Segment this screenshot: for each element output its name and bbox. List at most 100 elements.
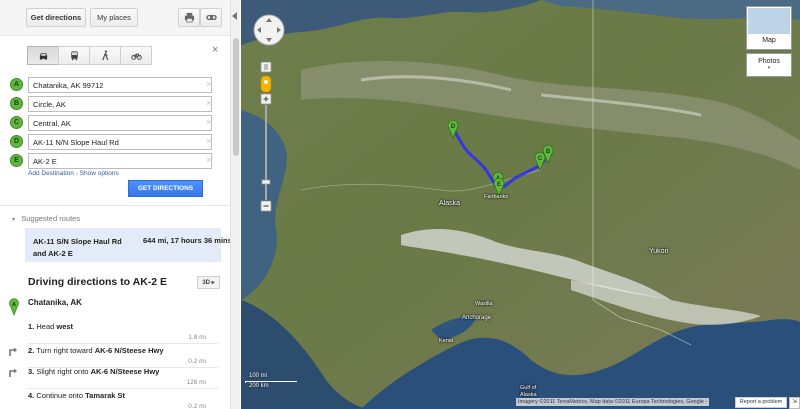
directions-panel: Get directions My places × A×B×C×D×E× Ad… <box>0 0 230 409</box>
step-distance: 0.2 mi <box>188 403 206 409</box>
walk-icon <box>101 50 108 61</box>
driving-directions-title: Driving directions to AK-2 E <box>28 276 168 288</box>
print-button[interactable] <box>178 8 200 27</box>
link-icon <box>205 15 217 20</box>
destination-marker-icon: E <box>10 154 23 167</box>
destination-marker-icon: C <box>10 116 23 129</box>
printer-icon <box>184 12 194 23</box>
link-button[interactable] <box>200 8 222 27</box>
scale-miles: 100 mi <box>249 373 268 379</box>
resize-corner-icon[interactable]: ⇲ <box>789 397 800 409</box>
remove-destination-button[interactable]: × <box>206 155 211 165</box>
step-number: 3. <box>28 367 35 376</box>
collapse-triangle-icon: ▾ <box>12 217 16 223</box>
start-location-name: Chatanika, AK <box>28 298 82 307</box>
suggested-route-item[interactable]: AK-11 S/N Slope Haul Rd and AK-2 E 644 m… <box>25 228 230 262</box>
photos-button[interactable]: Photos ▾ <box>746 53 792 77</box>
step-divider <box>28 388 218 389</box>
panel-scrollbar[interactable] <box>230 0 240 409</box>
destination-marker-icon: B <box>10 97 23 110</box>
place-label-kenai: Kenai <box>439 338 454 344</box>
suggested-routes-header[interactable]: ▾ Suggested routes <box>12 214 80 223</box>
destination-input[interactable] <box>28 96 212 112</box>
remove-destination-button[interactable]: × <box>206 98 211 108</box>
destination-row: A× <box>10 77 222 93</box>
step-number: 4. <box>28 391 35 400</box>
report-problem-link[interactable]: Report a problem <box>735 397 787 408</box>
direction-step-text: 2. Turn right toward AK-6 N/Steese Hwy <box>28 346 164 355</box>
place-label-fairbanks: Fairbanks <box>484 194 509 200</box>
destination-input[interactable] <box>28 77 212 93</box>
photos-label: Photos <box>758 58 780 65</box>
dropdown-caret-icon: ▾ <box>767 65 771 71</box>
collapse-panel-arrow-icon[interactable] <box>232 12 237 20</box>
suggested-route-distance-time: 644 mi, 17 hours 36 mins <box>143 236 230 245</box>
section-divider <box>0 205 230 206</box>
remove-destination-button[interactable]: × <box>206 117 211 127</box>
route-marker-d-icon[interactable]: D <box>447 119 459 139</box>
bike-icon <box>130 53 142 60</box>
remove-destination-button[interactable]: × <box>206 136 211 146</box>
place-label-alaska: Alaska <box>439 200 461 207</box>
step-instruction: Turn right toward <box>36 346 95 355</box>
close-directions-button[interactable]: × <box>212 44 218 56</box>
step-number: 2. <box>28 346 35 355</box>
route-marker-b-icon[interactable]: B <box>542 144 554 164</box>
direction-step-text: 3. Slight right onto AK-6 N/Steese Hwy <box>28 367 159 376</box>
get-directions-tab[interactable]: Get directions <box>26 8 86 27</box>
destination-row: D× <box>10 134 222 150</box>
my-places-tab[interactable]: My places <box>90 8 138 27</box>
get-directions-button[interactable]: GET DIRECTIONS <box>128 180 203 197</box>
scrollbar-thumb[interactable] <box>233 38 239 156</box>
step-road: Tamarak St <box>85 391 126 400</box>
svg-text:D: D <box>451 124 456 130</box>
3d-view-button[interactable]: 3D ▸ <box>197 276 220 289</box>
mode-walking[interactable] <box>89 46 121 65</box>
map-type-button[interactable]: Map <box>746 6 792 50</box>
satellite-map[interactable]: D A E C B Alaska Fairbanks Yukon Anchora… <box>241 0 800 409</box>
map-scale: 100 mi 200 km <box>245 373 305 391</box>
destination-row: E× <box>10 153 222 169</box>
destination-marker-icon: D <box>10 135 23 148</box>
suggested-routes-label: Suggested routes <box>21 214 81 223</box>
step-distance: 126 mi <box>186 379 206 386</box>
show-options-link[interactable]: Show options <box>80 170 119 177</box>
travel-mode-selector <box>27 46 152 65</box>
start-marker-letter: A <box>12 302 16 308</box>
car-icon <box>39 53 47 60</box>
place-label-gulf-of-alaska: Gulf of Alaska <box>520 385 537 398</box>
place-label-yukon: Yukon <box>649 248 669 255</box>
place-label-anchorage: Anchorage <box>462 315 492 321</box>
step-road: AK-6 N/Steese Hwy <box>90 367 160 376</box>
svg-text:B: B <box>546 149 551 155</box>
panel-toolbar: Get directions My places <box>0 0 230 36</box>
step-number: 1. <box>28 322 35 331</box>
map-thumbnail <box>748 8 790 34</box>
step-instruction: Slight right onto <box>36 367 91 376</box>
svg-text:E: E <box>497 182 501 188</box>
step-divider <box>28 343 218 344</box>
step-instruction: Continue onto <box>36 391 86 400</box>
step-instruction: Head <box>36 322 57 331</box>
zoom-control[interactable] <box>259 62 275 212</box>
turn-right-icon <box>9 347 17 356</box>
map-type-label: Map <box>762 37 776 44</box>
place-label-wasilla: Wasilla <box>475 301 493 307</box>
destination-input[interactable] <box>28 153 212 169</box>
step-road: west <box>56 322 74 331</box>
bus-icon <box>70 51 78 61</box>
mode-driving[interactable] <box>27 46 59 65</box>
step-distance: 0.2 mi <box>188 358 206 365</box>
remove-destination-button[interactable]: × <box>206 79 211 89</box>
direction-step-text: 1. Head west <box>28 322 73 331</box>
destination-links: Add Destination - Show options <box>28 170 119 177</box>
start-marker-pin-icon: A <box>9 298 19 316</box>
destination-input[interactable] <box>28 115 212 131</box>
mode-transit[interactable] <box>58 46 90 65</box>
mode-bicycling[interactable] <box>120 46 152 65</box>
destination-input[interactable] <box>28 134 212 150</box>
add-destination-link[interactable]: Add Destination <box>28 170 74 177</box>
step-distance: 1.8 mi <box>188 334 206 341</box>
scale-km: 200 km <box>249 383 269 389</box>
pan-control[interactable] <box>253 14 285 46</box>
